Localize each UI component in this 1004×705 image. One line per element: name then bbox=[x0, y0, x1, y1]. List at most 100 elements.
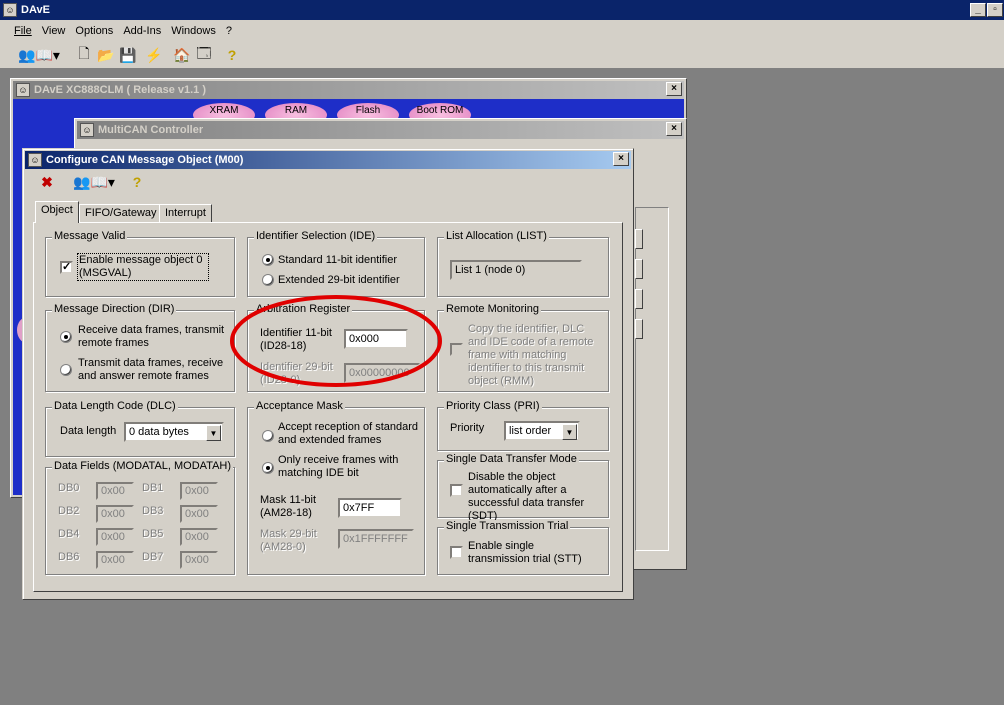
mask-accept-radio[interactable] bbox=[262, 430, 274, 442]
mask29-label: Mask 29-bit (AM28-0) bbox=[260, 528, 317, 553]
group-title: Single Transmission Trial bbox=[444, 520, 571, 532]
generate-icon[interactable]: ⚡ bbox=[144, 44, 164, 66]
db1-label: DB1 bbox=[142, 482, 164, 494]
group-title: Data Fields (MODATAL, MODATAH) bbox=[52, 460, 234, 472]
dave-icon: ☺ bbox=[80, 123, 94, 137]
restore-button[interactable]: _ bbox=[970, 3, 986, 17]
dir-transmit-radio[interactable] bbox=[60, 364, 72, 376]
red-highlight-ellipse bbox=[230, 295, 442, 387]
menu-options[interactable]: Options bbox=[75, 25, 113, 37]
app-title: DAvE bbox=[21, 4, 50, 16]
multican-side-button[interactable] bbox=[635, 229, 643, 249]
dlc-value: 0 data bytes bbox=[129, 426, 189, 438]
ide-extended-radio[interactable] bbox=[262, 274, 274, 286]
group-title: Data Length Code (DLC) bbox=[52, 400, 178, 412]
multican-side-button[interactable] bbox=[635, 259, 643, 279]
group-list: List Allocation (LIST) List 1 (node 0) bbox=[437, 230, 609, 297]
rmm-label: Copy the identifier, DLC and IDE code of… bbox=[468, 323, 594, 387]
db6-input: 0x00 bbox=[96, 551, 134, 569]
save-icon[interactable]: 💾 bbox=[118, 44, 138, 66]
close-config-icon[interactable]: ✖ bbox=[35, 171, 59, 193]
ide-standard-label: Standard 11-bit identifier bbox=[278, 254, 398, 266]
db4-label: DB4 bbox=[58, 528, 80, 540]
group-rmm: Remote Monitoring Copy the identifier, D… bbox=[437, 303, 609, 392]
db5-label: DB5 bbox=[142, 528, 164, 540]
dialog-title-bar: ☺ Configure CAN Message Object (M00) × bbox=[25, 151, 631, 169]
mask29-input: 0x1FFFFFFF bbox=[338, 529, 414, 549]
maximize-button[interactable]: ▫ bbox=[987, 3, 1003, 17]
main-toolbar: 👥📖▾ 🗋 📂 💾 ⚡ 🏠 🗔 ? bbox=[0, 42, 1004, 69]
dlc-label: Data length bbox=[60, 425, 117, 437]
open-folder-icon[interactable]: 📂 bbox=[96, 44, 116, 66]
db1-input: 0x00 bbox=[180, 482, 218, 500]
group-stt: Single Transmission Trial Enable single … bbox=[437, 520, 609, 575]
group-fields: Data Fields (MODATAL, MODATAH) DB0 0x00 … bbox=[45, 460, 235, 575]
project-window-title: DAvE XC888CLM ( Release v1.1 ) bbox=[34, 84, 206, 96]
view-icon[interactable]: 👥📖▾ bbox=[67, 171, 121, 193]
dir-transmit-label: Transmit data frames, receive and answer… bbox=[78, 357, 224, 382]
multican-title: MultiCAN Controller bbox=[98, 124, 204, 136]
group-title: Identifier Selection (IDE) bbox=[254, 230, 378, 242]
group-sdt: Single Data Transfer Mode Disable the ob… bbox=[437, 453, 609, 522]
mask-accept-label: Accept reception of standard and extende… bbox=[278, 421, 419, 446]
group-title: Priority Class (PRI) bbox=[444, 400, 542, 412]
dlc-select[interactable]: 0 data bytes ▼ bbox=[124, 422, 224, 442]
multican-close-button[interactable]: × bbox=[666, 122, 682, 136]
tab-object[interactable]: Object bbox=[35, 201, 79, 223]
dialog-close-button[interactable]: × bbox=[613, 152, 629, 166]
menu-bar: File View Options Add-Ins Windows ? bbox=[0, 20, 1004, 42]
db7-label: DB7 bbox=[142, 551, 164, 563]
db5-input: 0x00 bbox=[180, 528, 218, 546]
mask-only-label: Only receive frames with matching IDE bi… bbox=[278, 454, 399, 479]
group-pri: Priority Class (PRI) Priority list order… bbox=[437, 400, 609, 451]
mask11-label: Mask 11-bit (AM28-18) bbox=[260, 494, 317, 519]
multican-side-button[interactable] bbox=[635, 319, 643, 339]
group-message-valid: Message Valid ✓ Enable message object 0 … bbox=[45, 230, 235, 297]
menu-addins[interactable]: Add-Ins bbox=[123, 25, 161, 37]
menu-view[interactable]: View bbox=[42, 25, 66, 37]
msgval-checkbox[interactable]: ✓ bbox=[60, 261, 73, 274]
group-title: Acceptance Mask bbox=[254, 400, 345, 412]
dir-receive-label: Receive data frames, transmit remote fra… bbox=[78, 324, 225, 349]
pri-label: Priority bbox=[450, 422, 485, 434]
sdt-checkbox[interactable] bbox=[450, 484, 463, 497]
help-icon[interactable]: ? bbox=[222, 44, 242, 66]
project-icon[interactable]: 🏠 bbox=[172, 44, 192, 66]
msgval-label: Enable message object 0 (MSGVAL) bbox=[77, 253, 209, 281]
group-title: List Allocation (LIST) bbox=[444, 230, 549, 242]
group-dir: Message Direction (DIR) Receive data fra… bbox=[45, 303, 235, 392]
chevron-down-icon[interactable]: ▼ bbox=[562, 424, 577, 440]
db4-input: 0x00 bbox=[96, 528, 134, 546]
ide-extended-label: Extended 29-bit identifier bbox=[278, 274, 400, 286]
chevron-down-icon[interactable]: ▼ bbox=[206, 425, 221, 441]
tab-fifo-gateway[interactable]: FIFO/Gateway bbox=[79, 204, 163, 223]
db7-input: 0x00 bbox=[180, 551, 218, 569]
menu-help[interactable]: ? bbox=[226, 25, 232, 37]
view-icon[interactable]: 👥📖▾ bbox=[14, 44, 64, 66]
dir-receive-radio[interactable] bbox=[60, 331, 72, 343]
db2-input: 0x00 bbox=[96, 505, 134, 523]
menu-windows[interactable]: Windows bbox=[171, 25, 216, 37]
pri-select[interactable]: list order ▼ bbox=[504, 421, 580, 441]
rmm-checkbox bbox=[450, 343, 463, 356]
mask11-input[interactable]: 0x7FF bbox=[338, 498, 402, 518]
app-icon: ☺ bbox=[3, 3, 17, 17]
new-file-icon[interactable]: 🗋 bbox=[74, 44, 94, 66]
multican-side-button[interactable] bbox=[635, 289, 643, 309]
group-title: Single Data Transfer Mode bbox=[444, 453, 579, 465]
app-title-bar: ☺ DAvE _ ▫ bbox=[0, 0, 1004, 20]
menu-file[interactable]: File bbox=[14, 25, 32, 37]
multican-title-bar: ☺ MultiCAN Controller × bbox=[77, 121, 684, 139]
ide-standard-radio[interactable] bbox=[262, 254, 274, 266]
project-window-title-bar: ☺ DAvE XC888CLM ( Release v1.1 ) × bbox=[13, 81, 684, 99]
db3-input: 0x00 bbox=[180, 505, 218, 523]
mask-only-radio[interactable] bbox=[262, 462, 274, 474]
db6-label: DB6 bbox=[58, 551, 80, 563]
project-close-button[interactable]: × bbox=[666, 82, 682, 96]
stt-checkbox[interactable] bbox=[450, 546, 463, 559]
tab-interrupt[interactable]: Interrupt bbox=[159, 204, 212, 223]
db0-label: DB0 bbox=[58, 482, 80, 494]
help-icon[interactable]: ? bbox=[127, 171, 147, 193]
window-icon[interactable]: 🗔 bbox=[194, 44, 214, 66]
list-field: List 1 (node 0) bbox=[450, 260, 582, 280]
